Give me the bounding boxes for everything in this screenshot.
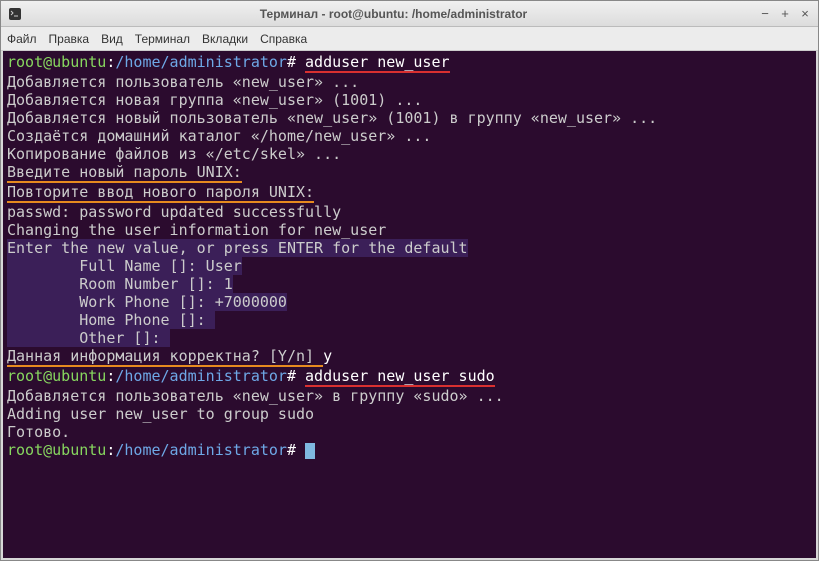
terminal-content[interactable]: root@ubuntu:/home/administrator# adduser…: [1, 51, 818, 560]
minimize-button[interactable]: −: [758, 7, 772, 21]
password-prompt-1: Введите новый пароль UNIX:: [7, 163, 242, 183]
menu-terminal[interactable]: Терминал: [135, 32, 190, 46]
output-line: Room Number []: 1: [7, 275, 812, 293]
output-line: Введите новый пароль UNIX:: [7, 163, 812, 183]
output-line: Full Name []: User: [7, 257, 812, 275]
output-line: Копирование файлов из «/etc/skel» ...: [7, 145, 812, 163]
app-icon: [7, 6, 23, 22]
userinfo-fullname: Full Name []: User: [7, 257, 242, 275]
prompt-path: /home/administrator: [115, 441, 287, 459]
output-line: Work Phone []: +7000000: [7, 293, 812, 311]
prompt-hash: #: [287, 367, 296, 385]
prompt-hash: #: [287, 53, 296, 71]
output-line: Добавляется пользователь «new_user» в гр…: [7, 387, 812, 405]
output-line: passwd: password updated successfully: [7, 203, 812, 221]
password-prompt-2: Повторите ввод нового пароля UNIX:: [7, 183, 314, 203]
menu-tabs[interactable]: Вкладки: [202, 32, 248, 46]
cursor: [305, 443, 315, 459]
output-line: Добавляется пользователь «new_user» ...: [7, 73, 812, 91]
prompt-line-1: root@ubuntu:/home/administrator# adduser…: [7, 53, 812, 73]
output-line: Данная информация корректна? [Y/n] y: [7, 347, 812, 367]
prompt-hash: #: [287, 441, 296, 459]
window-controls: − + ×: [758, 7, 812, 21]
output-line: Добавляется новая группа «new_user» (100…: [7, 91, 812, 109]
prompt-line-3: root@ubuntu:/home/administrator#: [7, 441, 812, 459]
prompt-userhost: root@ubuntu: [7, 367, 106, 385]
prompt-path: /home/administrator: [115, 367, 287, 385]
maximize-button[interactable]: +: [778, 7, 792, 21]
confirm-prompt: Данная информация корректна? [Y/n]: [7, 347, 323, 367]
userinfo-workphone: Work Phone []: +7000000: [7, 293, 287, 311]
output-line: Home Phone []:: [7, 311, 812, 329]
terminal-window: Терминал - root@ubuntu: /home/administra…: [0, 0, 819, 561]
userinfo-other: Other []:: [7, 329, 170, 347]
titlebar: Терминал - root@ubuntu: /home/administra…: [1, 1, 818, 27]
prompt-userhost: root@ubuntu: [7, 441, 106, 459]
menu-file[interactable]: Файл: [7, 32, 37, 46]
output-line: Other []:: [7, 329, 812, 347]
prompt-path: /home/administrator: [115, 53, 287, 71]
command-adduser: adduser new_user: [305, 53, 450, 73]
prompt-line-2: root@ubuntu:/home/administrator# adduser…: [7, 367, 812, 387]
window-title: Терминал - root@ubuntu: /home/administra…: [29, 7, 758, 21]
prompt-userhost: root@ubuntu: [7, 53, 106, 71]
userinfo-header: Enter the new value, or press ENTER for …: [7, 239, 468, 257]
menu-help[interactable]: Справка: [260, 32, 307, 46]
output-line: Adding user new_user to group sudo: [7, 405, 812, 423]
menu-view[interactable]: Вид: [101, 32, 123, 46]
output-line: Повторите ввод нового пароля UNIX:: [7, 183, 812, 203]
command-adduser-sudo: adduser new_user sudo: [305, 367, 495, 387]
confirm-input: y: [323, 347, 332, 365]
output-line: Changing the user information for new_us…: [7, 221, 812, 239]
output-line: Enter the new value, or press ENTER for …: [7, 239, 812, 257]
userinfo-room: Room Number []: 1: [7, 275, 233, 293]
output-line: Создаётся домашний каталог «/home/new_us…: [7, 127, 812, 145]
menubar: Файл Правка Вид Терминал Вкладки Справка: [1, 27, 818, 51]
close-button[interactable]: ×: [798, 7, 812, 21]
menu-edit[interactable]: Правка: [49, 32, 90, 46]
userinfo-homephone: Home Phone []:: [7, 311, 215, 329]
output-line: Готово.: [7, 423, 812, 441]
output-line: Добавляется новый пользователь «new_user…: [7, 109, 812, 127]
